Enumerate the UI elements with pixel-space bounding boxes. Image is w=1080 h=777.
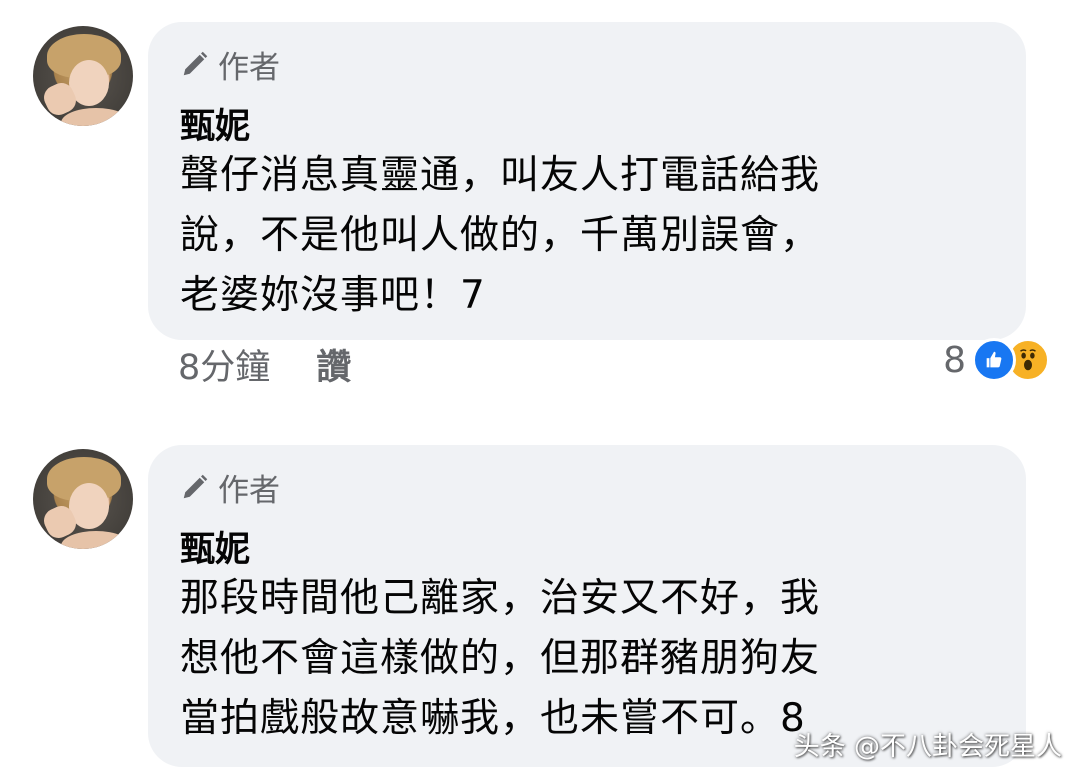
avatar[interactable] [33,449,133,549]
commenter-name[interactable]: 甄妮 [180,521,250,572]
pencil-icon [183,474,208,499]
comment-line: 想他不會這樣做的，但那群豬朋狗友 [180,636,821,681]
comment-timestamp[interactable]: 8分鐘 [178,339,270,390]
author-badge: 作者 [180,465,280,509]
like-button[interactable]: 讚 [316,339,351,390]
comment-line: 那段時間他己離家，治安又不好，我 [180,576,821,621]
author-badge: 作者 [180,42,280,86]
author-badge-label: 作者 [218,472,280,509]
comment-bubble: 作者 甄妮 聲仔消息真靈通，叫友人打電話給我 說，不是他叫人做的，千萬別誤會， … [148,22,1026,340]
comment-meta: 8分鐘 讚 [178,339,351,390]
comment-line: 聲仔消息真靈通，叫友人打電話給我 [180,153,821,198]
comment-bubble: 作者 甄妮 那段時間他己離家，治安又不好，我 想他不會這樣做的，但那群豬朋狗友 … [148,445,1026,767]
commenter-name[interactable]: 甄妮 [180,98,250,149]
watermark: 头条 @不八卦会死星人 [793,732,1062,762]
comment-text: 那段時間他己離家，治安又不好，我 想他不會這樣做的，但那群豬朋狗友 當拍戲般故意… [180,569,1010,749]
like-icon [972,338,1016,382]
avatar[interactable] [33,26,133,126]
author-badge-label: 作者 [218,49,280,86]
comment-line: 老婆妳沒事吧！7 [180,273,486,318]
comment-line: 說，不是他叫人做的，千萬別誤會， [180,213,821,258]
comment-text: 聲仔消息真靈通，叫友人打電話給我 說，不是他叫人做的，千萬別誤會， 老婆妳沒事吧… [180,146,1010,326]
reaction-summary[interactable]: 8 [943,338,1050,382]
pencil-icon [183,51,208,76]
reaction-count: 8 [943,339,966,381]
